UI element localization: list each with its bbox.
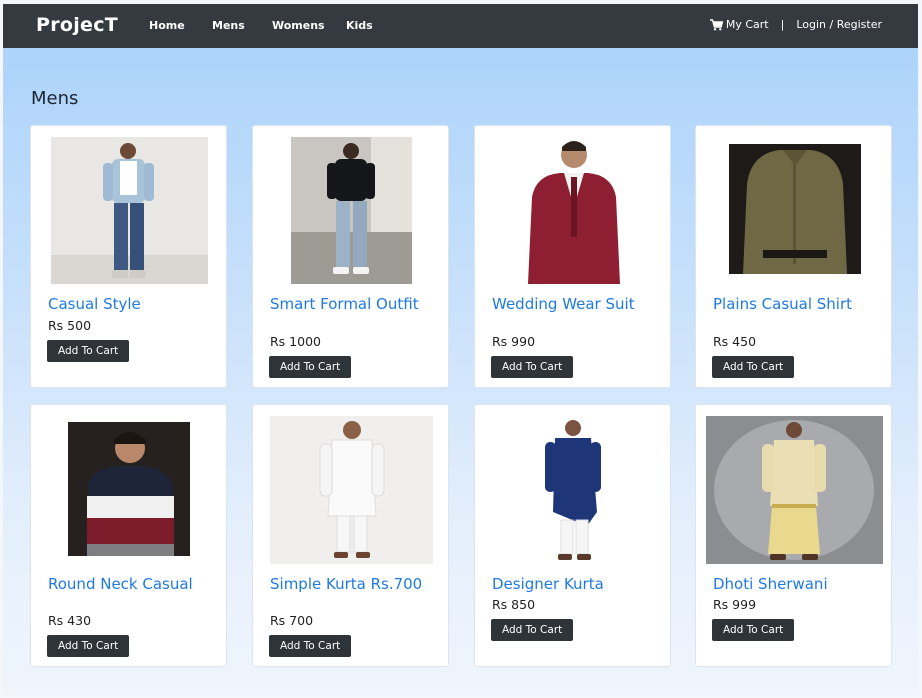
product-card: Round Neck Casual Rs 430 Add To Cart (30, 404, 227, 667)
product-card: Smart Formal Outfit Rs 1000 Add To Cart (252, 125, 449, 388)
add-to-cart-button[interactable]: Add To Cart (47, 635, 130, 657)
add-to-cart-button[interactable]: Add To Cart (712, 619, 795, 641)
add-to-cart-button[interactable]: Add To Cart (712, 356, 795, 378)
login-register-link[interactable]: Login / Register (796, 18, 882, 31)
product-card: Simple Kurta Rs.700 Rs 700 Add To Cart (252, 404, 449, 667)
product-price: Rs 1000 (270, 334, 321, 349)
product-image[interactable] (729, 144, 861, 274)
product-title[interactable]: Casual Style (48, 296, 218, 312)
product-title[interactable]: Round Neck Casual (48, 576, 218, 592)
product-title[interactable]: Smart Formal Outfit (270, 296, 440, 312)
product-card: Wedding Wear Suit Rs 990 Add To Cart (474, 125, 671, 388)
add-to-cart-button[interactable]: Add To Cart (491, 619, 574, 641)
page-frame: ProjecT Home Mens Womens Kids My Cart | … (3, 4, 918, 694)
product-title[interactable]: Simple Kurta Rs.700 (270, 576, 440, 592)
my-cart-link[interactable]: My Cart (709, 18, 769, 31)
product-title[interactable]: Dhoti Sherwani (713, 576, 883, 592)
product-title[interactable]: Designer Kurta (492, 576, 662, 592)
product-image[interactable] (527, 416, 619, 564)
nav-link-kids[interactable]: Kids (346, 19, 373, 32)
product-price: Rs 700 (270, 613, 314, 628)
nav-link-womens[interactable]: Womens (272, 19, 325, 32)
my-cart-label: My Cart (725, 18, 769, 31)
product-title[interactable]: Wedding Wear Suit (492, 296, 662, 312)
navbar: ProjecT Home Mens Womens Kids My Cart | … (3, 4, 918, 48)
product-card: Designer Kurta Rs 850 Add To Cart (474, 404, 671, 667)
brand-logo[interactable]: ProjecT (36, 14, 118, 36)
nav-link-mens[interactable]: Mens (212, 19, 245, 32)
product-image[interactable] (706, 416, 883, 564)
product-image[interactable] (51, 137, 208, 284)
product-image[interactable] (270, 416, 433, 564)
product-price: Rs 999 (713, 597, 757, 612)
add-to-cart-button[interactable]: Add To Cart (491, 356, 574, 378)
add-to-cart-button[interactable]: Add To Cart (47, 340, 130, 362)
product-card: Plains Casual Shirt Rs 450 Add To Cart (695, 125, 892, 388)
product-card: Dhoti Sherwani Rs 999 Add To Cart (695, 404, 892, 667)
product-price: Rs 430 (48, 613, 92, 628)
product-price: Rs 850 (492, 597, 536, 612)
product-card: Casual Style Rs 500 Add To Cart (30, 125, 227, 388)
product-title[interactable]: Plains Casual Shirt (713, 296, 883, 312)
right-nav: My Cart | Login / Register (709, 18, 882, 31)
nav-link-home[interactable]: Home (149, 19, 185, 32)
add-to-cart-button[interactable]: Add To Cart (269, 356, 352, 378)
cart-icon (709, 18, 723, 30)
section-title: Mens (31, 88, 79, 109)
product-image[interactable] (68, 422, 190, 556)
add-to-cart-button[interactable]: Add To Cart (269, 635, 352, 657)
product-image[interactable] (510, 137, 637, 284)
product-image[interactable] (291, 137, 412, 284)
product-price: Rs 450 (713, 334, 757, 349)
product-price: Rs 990 (492, 334, 536, 349)
product-price: Rs 500 (48, 318, 92, 333)
nav-separator: | (780, 18, 785, 31)
